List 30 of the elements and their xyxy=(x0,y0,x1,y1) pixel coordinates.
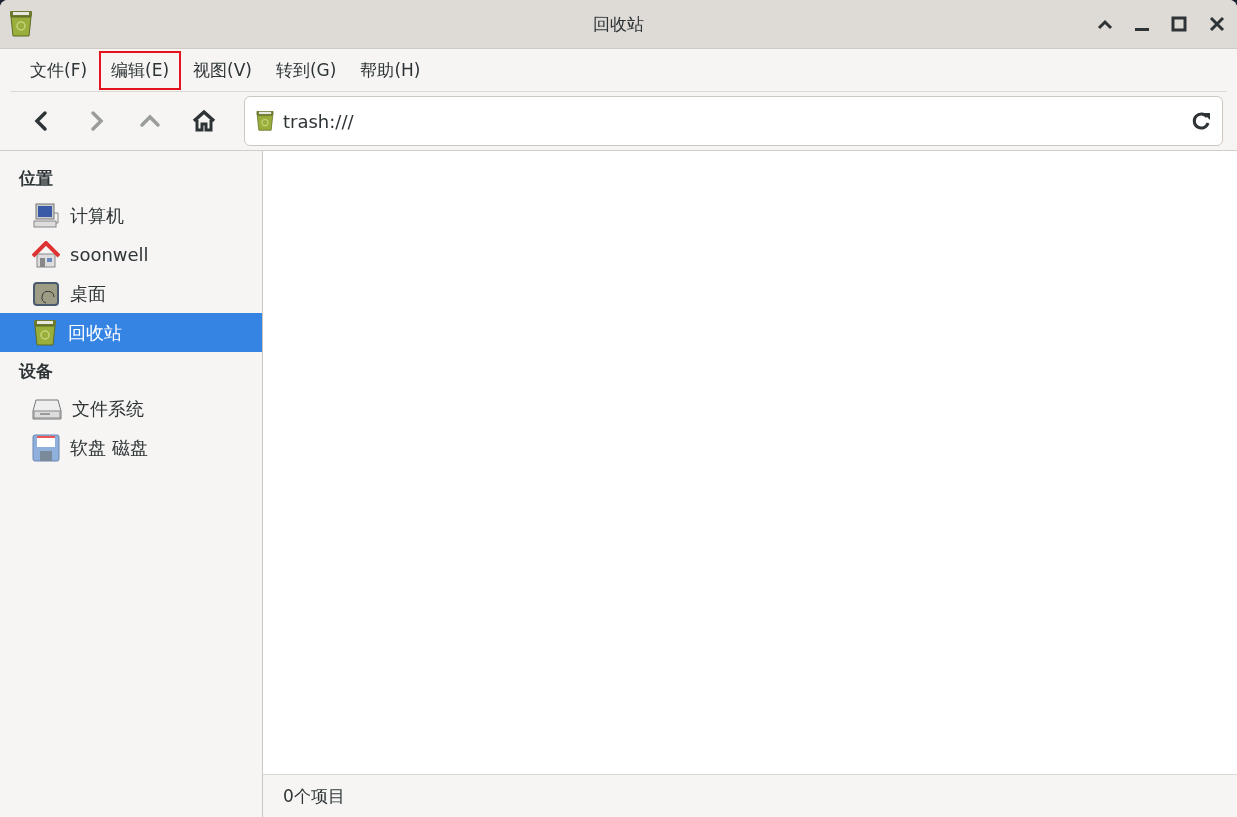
trash-icon xyxy=(32,318,58,347)
menu-item[interactable]: 帮助(H) xyxy=(348,50,433,90)
sidebar-item[interactable]: 桌面 xyxy=(0,274,262,313)
trash-icon xyxy=(255,110,275,132)
window-title: 回收站 xyxy=(593,13,644,34)
minimize-icon xyxy=(1135,27,1149,31)
reload-icon[interactable] xyxy=(1190,110,1212,132)
section-heading: 设备 xyxy=(17,360,54,383)
location-field[interactable]: trash:/// xyxy=(283,110,1182,132)
item-count: 0个项目 xyxy=(283,784,345,808)
maximize-icon xyxy=(1171,16,1187,32)
menu-item[interactable]: 转到(G) xyxy=(263,50,349,90)
drive-icon xyxy=(32,396,62,421)
app-trash-icon xyxy=(8,10,34,38)
computer-icon xyxy=(32,202,60,229)
sidebar-item[interactable]: 计算机 xyxy=(0,196,262,235)
house-icon xyxy=(32,240,60,269)
section-heading: 位置 xyxy=(18,167,54,190)
sidebar-item[interactable]: 回收站 xyxy=(0,313,262,352)
menu-item[interactable]: 编辑(E) xyxy=(99,50,182,90)
sidebar-item[interactable]: 软盘 磁盘 xyxy=(0,428,262,467)
menu-item[interactable]: 文件(F) xyxy=(18,50,100,90)
sidebar-item[interactable]: 文件系统 xyxy=(0,389,262,428)
home-icon xyxy=(191,109,217,133)
menu-item[interactable]: 视图(V) xyxy=(181,50,264,90)
desktop-icon xyxy=(32,280,60,307)
chevron-up-icon xyxy=(1097,18,1113,30)
location-bar[interactable]: trash:/// xyxy=(244,96,1223,146)
sidebar-item[interactable]: soonwell xyxy=(0,235,262,274)
close-icon xyxy=(1209,16,1225,32)
